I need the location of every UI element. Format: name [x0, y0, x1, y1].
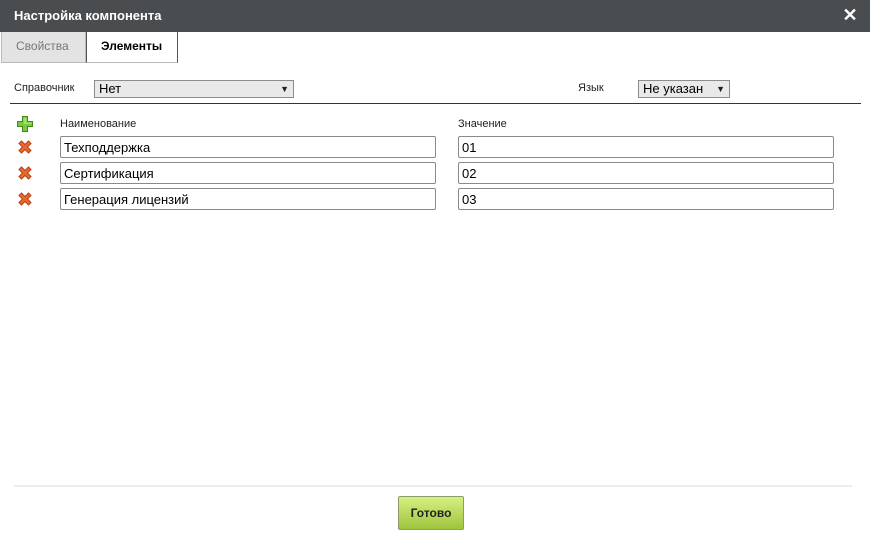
done-button[interactable]: Готово	[398, 496, 464, 530]
row-name-input[interactable]	[60, 162, 436, 184]
row-name-input[interactable]	[60, 136, 436, 158]
column-header-value: Значение	[458, 118, 507, 130]
directory-label: Справочник	[14, 82, 75, 94]
plus-icon[interactable]	[16, 115, 34, 133]
dialog-title: Настройка компонента	[14, 8, 162, 23]
directory-select-value: Нет	[99, 81, 122, 96]
section-divider	[10, 103, 861, 104]
delete-x-icon[interactable]	[16, 190, 34, 208]
tab-bar: Свойства Элементы	[0, 32, 870, 63]
language-label: Язык	[578, 82, 604, 94]
tab-properties[interactable]: Свойства	[1, 32, 86, 63]
tab-elements[interactable]: Элементы	[86, 32, 178, 63]
dropdown-arrow-icon: ▼	[716, 84, 725, 94]
row-name-input[interactable]	[60, 188, 436, 210]
dropdown-arrow-icon: ▼	[280, 84, 289, 94]
row-value-input[interactable]	[458, 162, 834, 184]
column-header-name: Наименование	[60, 118, 137, 130]
dialog-titlebar: Настройка компонента ✕	[0, 0, 870, 32]
row-value-input[interactable]	[458, 136, 834, 158]
language-select-value: Не указан	[643, 81, 704, 96]
delete-x-icon[interactable]	[16, 164, 34, 182]
row-value-input[interactable]	[458, 188, 834, 210]
footer-divider	[14, 485, 852, 487]
delete-x-icon[interactable]	[16, 138, 34, 156]
language-select[interactable]: Не указан ▼	[638, 80, 730, 98]
directory-select[interactable]: Нет ▼	[94, 80, 294, 98]
close-icon[interactable]: ✕	[840, 5, 860, 25]
